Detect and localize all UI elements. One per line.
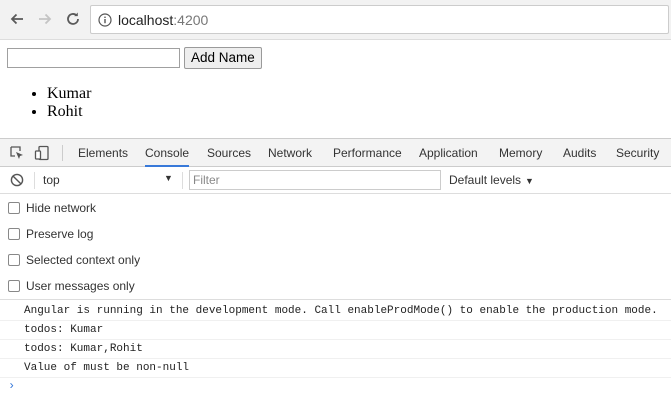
address-bar[interactable]: localhost:4200: [90, 5, 669, 34]
list-item: Rohit: [47, 103, 91, 121]
clear-console-icon[interactable]: [10, 173, 24, 187]
name-list: Kumar Rohit: [47, 85, 91, 121]
setting-label: Selected context only: [26, 253, 141, 267]
console-settings: Hide network Preserve log Selected conte…: [0, 195, 671, 299]
forward-button[interactable]: [34, 8, 56, 30]
inspect-element-icon[interactable]: [9, 145, 25, 161]
tab-application[interactable]: Application: [419, 139, 478, 167]
setting-selected-context[interactable]: Selected context only: [0, 247, 671, 273]
reload-icon: [67, 12, 79, 25]
filter-input[interactable]: Filter: [189, 170, 441, 190]
device-toolbar-icon[interactable]: [34, 145, 50, 161]
tab-security[interactable]: Security: [616, 139, 659, 167]
console-message: Angular is running in the development mo…: [0, 302, 671, 321]
reload-button[interactable]: [62, 8, 84, 30]
add-name-button[interactable]: Add Name: [184, 47, 262, 69]
console-messages: Angular is running in the development mo…: [0, 299, 671, 400]
page-viewport: Add Name Kumar Rohit: [0, 41, 671, 138]
tab-audits[interactable]: Audits: [563, 139, 596, 167]
log-levels-dropdown[interactable]: Default levels ▼: [449, 173, 534, 187]
url-host: localhost: [118, 11, 174, 28]
setting-user-messages[interactable]: User messages only: [0, 273, 671, 299]
console-filter-bar: top ▼ Filter Default levels ▼: [0, 167, 671, 194]
tab-sources[interactable]: Sources: [207, 139, 251, 167]
filter-divider: [34, 172, 35, 189]
tab-console[interactable]: Console: [145, 139, 190, 167]
forward-arrow-icon: [39, 13, 52, 25]
tab-network[interactable]: Network: [268, 139, 312, 167]
url-port: :4200: [173, 11, 209, 28]
console-message: todos: Kumar: [0, 321, 671, 340]
name-input[interactable]: [7, 48, 180, 68]
devtools-panel: Elements Console Sources Network Perform…: [0, 138, 671, 400]
tab-elements[interactable]: Elements: [78, 139, 128, 167]
toolbar-divider: [62, 145, 63, 161]
checkbox[interactable]: [8, 228, 20, 240]
console-prompt-icon[interactable]: ›: [8, 379, 15, 393]
checkbox[interactable]: [8, 280, 20, 292]
setting-label: Hide network: [26, 201, 97, 215]
checkbox[interactable]: [8, 254, 20, 266]
tab-memory[interactable]: Memory: [499, 139, 542, 167]
setting-hide-network[interactable]: Hide network: [0, 195, 671, 221]
setting-preserve-log[interactable]: Preserve log: [0, 221, 671, 247]
browser-toolbar: localhost:4200: [0, 0, 671, 40]
context-select[interactable]: top: [43, 173, 175, 189]
console-message: todos: Kumar,Rohit: [0, 340, 671, 359]
setting-label: Preserve log: [26, 227, 94, 241]
console-message: Value of must be non-null: [0, 359, 671, 378]
devtools-tab-bar: Elements Console Sources Network Perform…: [0, 139, 671, 167]
log-levels-label: Default levels: [449, 173, 522, 187]
checkbox[interactable]: [8, 202, 20, 214]
setting-label: User messages only: [26, 279, 135, 293]
list-item: Kumar: [47, 85, 91, 103]
back-button[interactable]: [6, 8, 28, 30]
tab-performance[interactable]: Performance: [333, 139, 402, 167]
back-arrow-icon: [10, 13, 23, 25]
chevron-down-icon[interactable]: ▼: [164, 173, 173, 183]
url-text: localhost:4200: [118, 12, 208, 28]
filter-divider: [182, 172, 183, 189]
chevron-down-icon: ▼: [525, 176, 534, 186]
info-icon[interactable]: [98, 12, 112, 27]
